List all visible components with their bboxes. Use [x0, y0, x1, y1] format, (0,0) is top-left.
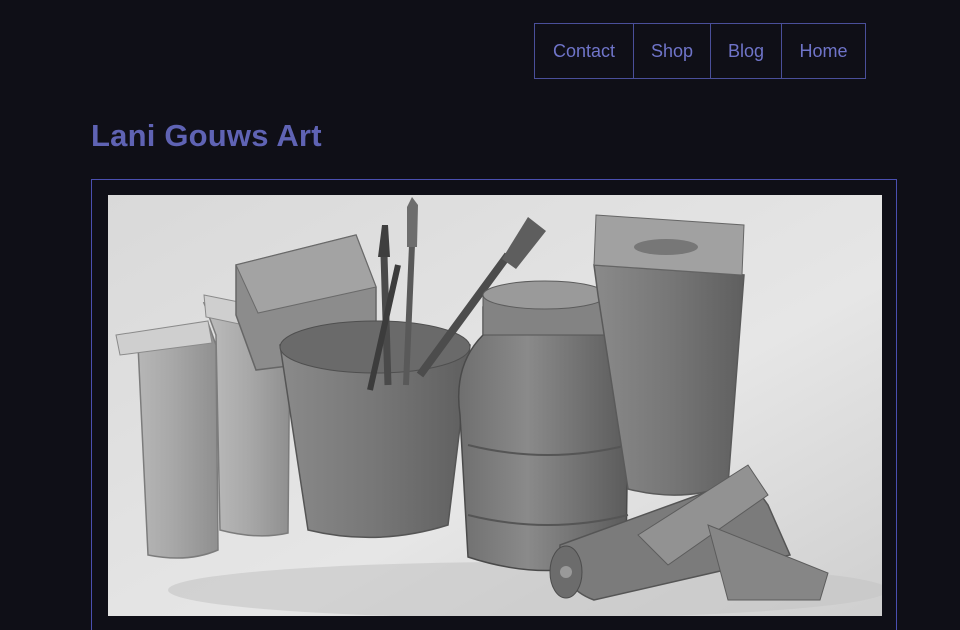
- main-nav: Contact Shop Blog Home: [534, 23, 866, 79]
- nav-contact[interactable]: Contact: [534, 23, 634, 79]
- nav-shop[interactable]: Shop: [633, 23, 711, 79]
- page: Contact Shop Blog Home Lani Gouws Art: [0, 0, 960, 630]
- site-title[interactable]: Lani Gouws Art: [91, 118, 322, 154]
- nav-home[interactable]: Home: [781, 23, 866, 79]
- still-life-painting-icon: [108, 195, 882, 616]
- artwork-image[interactable]: [108, 195, 882, 616]
- nav-blog[interactable]: Blog: [710, 23, 782, 79]
